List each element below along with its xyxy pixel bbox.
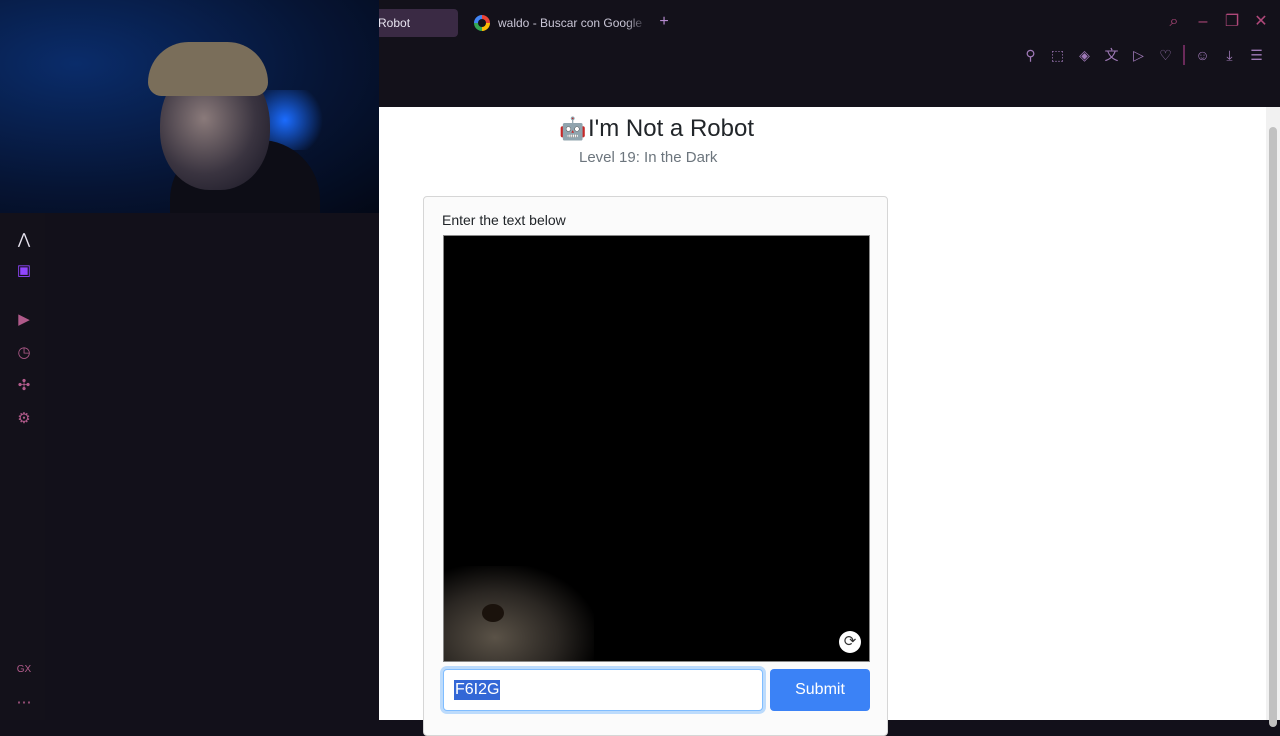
minimize-icon[interactable]: – xyxy=(1193,12,1213,32)
toolbar: ⚲ ⬚ ◈ 文 ▷ ♡ ☺ ⤓ ☰ xyxy=(1021,45,1266,65)
send-icon[interactable]: ▷ xyxy=(1129,45,1148,65)
captcha-card: Enter the text below ⟳ F6I2G Submit xyxy=(423,196,888,736)
refresh-icon[interactable]: ⟳ xyxy=(839,631,861,653)
webcam-overlay xyxy=(0,0,379,213)
extensions-icon[interactable]: ✣ xyxy=(14,376,34,396)
tab-label: Robot xyxy=(378,16,411,30)
pocket-icon[interactable]: ◈ xyxy=(1075,45,1094,65)
scrollbar-thumb[interactable] xyxy=(1269,127,1277,727)
tab-robot[interactable]: Robot xyxy=(370,9,458,37)
captcha-image: ⟳ xyxy=(443,235,870,662)
toolbar-divider xyxy=(1183,45,1185,65)
captcha-answer-value: F6I2G xyxy=(454,680,501,700)
page-title: 🤖 I'm Not a Robot xyxy=(559,115,754,143)
page-scrollbar[interactable] xyxy=(1266,107,1280,727)
tab-label: waldo - Buscar con Google xyxy=(498,16,643,30)
tab-waldo-search[interactable]: waldo - Buscar con Google xyxy=(466,9,652,37)
captcha-answer-input[interactable]: F6I2G xyxy=(443,669,763,711)
google-icon xyxy=(474,15,490,31)
robot-icon: 🤖 xyxy=(559,116,587,141)
close-icon[interactable]: ✕ xyxy=(1251,12,1271,32)
menu-icon[interactable]: ☰ xyxy=(1247,45,1266,65)
captcha-light-spot xyxy=(444,566,594,661)
download-icon[interactable]: ⤓ xyxy=(1220,45,1239,65)
page-title-text: I'm Not a Robot xyxy=(588,115,754,142)
twitch-icon[interactable]: ▣ xyxy=(14,261,34,281)
translate-icon[interactable]: 文 xyxy=(1102,45,1121,65)
account-icon[interactable]: ☺ xyxy=(1193,45,1212,65)
aria-icon[interactable]: ⋀ xyxy=(14,230,34,250)
spider-image xyxy=(482,604,504,622)
heart-icon[interactable]: ♡ xyxy=(1156,45,1175,65)
settings-icon[interactable]: ⚙ xyxy=(14,409,34,429)
captcha-instruction: Enter the text below xyxy=(442,212,566,228)
player-icon[interactable]: ▶ xyxy=(14,310,34,330)
gx-label[interactable]: GX xyxy=(14,660,34,680)
search-icon[interactable]: ⌕ xyxy=(1164,12,1184,32)
page-subtitle: Level 19: In the Dark xyxy=(579,149,718,166)
submit-button[interactable]: Submit xyxy=(770,669,870,711)
more-icon[interactable]: ⋯ xyxy=(14,693,34,713)
sidebar: ⋀ ▣ ▶ ◷ ✣ ⚙ GX ⋯ xyxy=(0,213,45,720)
webcam-person-hat xyxy=(148,42,268,96)
restore-icon[interactable]: ❐ xyxy=(1222,12,1242,32)
history-icon[interactable]: ◷ xyxy=(14,343,34,363)
web-page: 🤖 I'm Not a Robot Level 19: In the Dark … xyxy=(379,107,1266,736)
plus-icon[interactable]: + xyxy=(656,14,672,30)
snapshot-icon[interactable]: ⬚ xyxy=(1048,45,1067,65)
pin-icon[interactable]: ⚲ xyxy=(1021,45,1040,65)
